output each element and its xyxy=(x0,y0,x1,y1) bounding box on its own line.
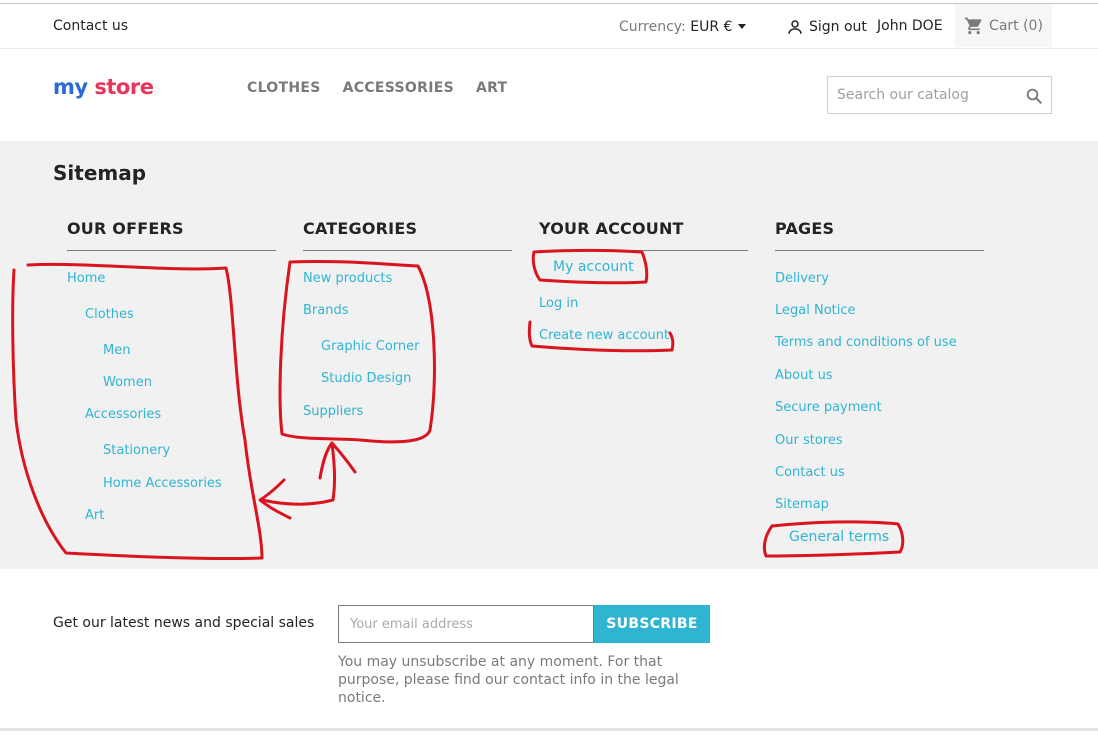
link-legal-notice[interactable]: Legal Notice xyxy=(775,303,856,318)
contact-us-link[interactable]: Contact us xyxy=(53,18,128,34)
currency-selector[interactable]: Currency: EUR € xyxy=(619,19,747,35)
link-clothes[interactable]: Clothes xyxy=(85,307,134,322)
link-sitemap[interactable]: Sitemap xyxy=(775,497,829,512)
link-women[interactable]: Women xyxy=(103,375,152,390)
link-terms[interactable]: Terms and conditions of use xyxy=(775,335,957,350)
link-home-accessories[interactable]: Home Accessories xyxy=(103,476,222,491)
user-icon xyxy=(788,20,802,34)
page-title: Sitemap xyxy=(53,161,147,185)
link-accessories[interactable]: Accessories xyxy=(85,407,161,422)
offers-heading: OUR OFFERS xyxy=(67,219,276,251)
link-art[interactable]: Art xyxy=(85,508,104,523)
currency-value: EUR € xyxy=(690,19,733,35)
link-create-account[interactable]: Create new account xyxy=(539,328,669,343)
offers-column: OUR OFFERS Home Clothes Men Women Access… xyxy=(67,219,276,523)
bottom-divider xyxy=(0,728,1098,731)
link-studio-design[interactable]: Studio Design xyxy=(321,371,411,386)
currency-label: Currency: xyxy=(619,19,686,35)
link-suppliers[interactable]: Suppliers xyxy=(303,404,363,419)
categories-heading: CATEGORIES xyxy=(303,219,512,251)
link-our-stores[interactable]: Our stores xyxy=(775,433,843,448)
store-logo[interactable]: my store xyxy=(53,75,154,99)
newsletter-section: Get our latest news and special sales SU… xyxy=(0,569,1098,729)
link-general-terms[interactable]: General terms xyxy=(789,529,889,545)
link-graphic-corner[interactable]: Graphic Corner xyxy=(321,339,420,354)
search-icon[interactable] xyxy=(1025,87,1043,105)
sign-out-label: Sign out xyxy=(809,19,867,35)
logo-text-my: my xyxy=(53,75,88,99)
link-log-in[interactable]: Log in xyxy=(539,296,578,311)
cart-button[interactable]: Cart (0) xyxy=(955,4,1052,47)
link-delivery[interactable]: Delivery xyxy=(775,271,829,286)
categories-column: CATEGORIES New products Brands Graphic C… xyxy=(303,219,512,419)
link-my-account[interactable]: My account xyxy=(553,259,634,275)
main-category-nav: CLOTHES ACCESSORIES ART xyxy=(247,80,507,96)
subscribe-button[interactable]: SUBSCRIBE xyxy=(594,605,710,643)
nav-art[interactable]: ART xyxy=(476,80,507,96)
search-input[interactable] xyxy=(828,77,1008,113)
logo-text-store: store xyxy=(94,75,154,99)
link-new-products[interactable]: New products xyxy=(303,271,392,286)
newsletter-label: Get our latest news and special sales xyxy=(53,615,315,631)
link-secure-payment[interactable]: Secure payment xyxy=(775,400,882,415)
cart-label: Cart (0) xyxy=(989,17,1043,34)
link-about-us[interactable]: About us xyxy=(775,368,833,383)
nav-clothes[interactable]: CLOTHES xyxy=(247,80,321,96)
search-box xyxy=(827,76,1052,114)
site-header: my store CLOTHES ACCESSORIES ART xyxy=(0,49,1098,141)
top-nav-bar: Contact us Currency: EUR € Sign out John… xyxy=(0,4,1098,49)
caret-down-icon xyxy=(738,24,747,29)
link-men[interactable]: Men xyxy=(103,343,130,358)
account-username-link[interactable]: John DOE xyxy=(877,18,943,34)
newsletter-note: You may unsubscribe at any moment. For t… xyxy=(338,654,679,706)
nav-accessories[interactable]: ACCESSORIES xyxy=(343,80,454,96)
link-contact-us[interactable]: Contact us xyxy=(775,465,845,480)
link-stationery[interactable]: Stationery xyxy=(103,443,170,458)
account-heading: YOUR ACCOUNT xyxy=(539,219,748,251)
link-home[interactable]: Home xyxy=(67,271,105,286)
sitemap-section: Sitemap OUR OFFERS Home Clothes Men Wome… xyxy=(0,141,1098,569)
newsletter-email-input[interactable] xyxy=(338,605,594,643)
link-brands[interactable]: Brands xyxy=(303,303,349,318)
shopping-cart-icon xyxy=(964,17,982,34)
pages-heading: PAGES xyxy=(775,219,984,251)
account-column: YOUR ACCOUNT My account Log in Create ne… xyxy=(539,219,748,343)
pages-column: PAGES Delivery Legal Notice Terms and co… xyxy=(775,219,984,545)
sign-out-button[interactable]: Sign out xyxy=(786,18,867,36)
